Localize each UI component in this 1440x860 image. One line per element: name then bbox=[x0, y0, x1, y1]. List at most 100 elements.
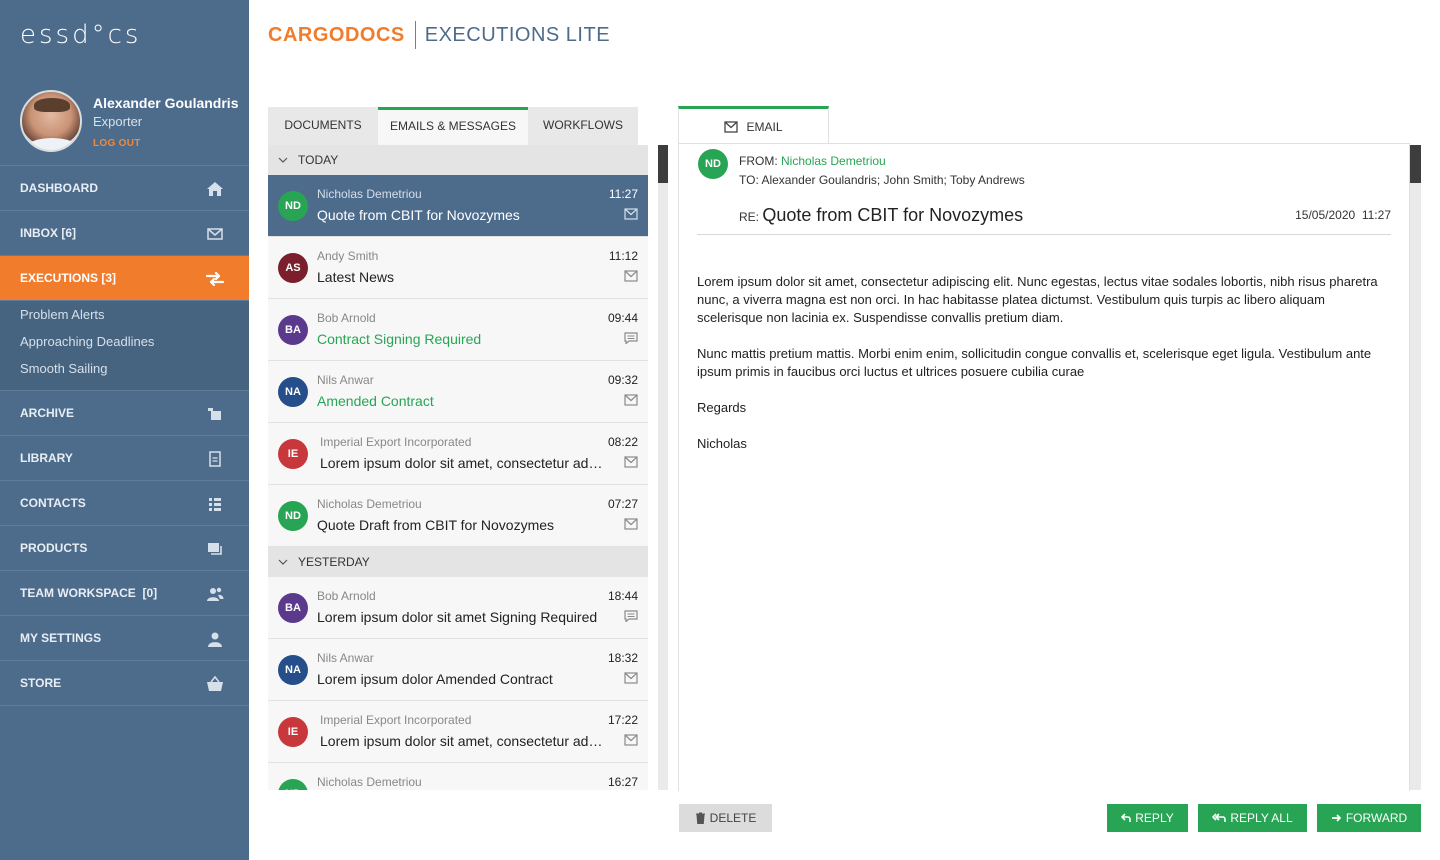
sender-avatar: ND bbox=[278, 501, 308, 531]
message-time: 17:22 bbox=[607, 713, 638, 727]
envelope-icon bbox=[624, 270, 638, 282]
nav-label: MY SETTINGS bbox=[20, 631, 102, 645]
list-scrollbar[interactable] bbox=[658, 145, 668, 790]
message-subject: Contract Signing Required bbox=[317, 331, 482, 347]
sender-avatar: ND bbox=[278, 779, 308, 790]
chevron-down-icon bbox=[278, 157, 288, 163]
email-to: TO: Alexander Goulandris; John Smith; To… bbox=[739, 173, 1025, 187]
reply-label: REPLY bbox=[1135, 811, 1174, 825]
message-subject: Lorem ipsum dolor sit amet, consectetur … bbox=[320, 733, 605, 749]
message-row[interactable]: NA Nils Anwar Amended Contract 09:32 bbox=[268, 361, 648, 423]
message-sender: Bob Arnold bbox=[317, 311, 376, 325]
avatar[interactable] bbox=[20, 90, 82, 152]
trash-icon bbox=[695, 812, 705, 824]
sender-avatar: ND bbox=[698, 149, 728, 179]
team-icon bbox=[207, 587, 224, 601]
message-row[interactable]: ND Nicholas Demetriou Quote Draft from CBI… bbox=[268, 485, 648, 547]
email-date: 15/05/2020 11:27 bbox=[1295, 208, 1391, 222]
tab-emails-messages[interactable]: EMAILS & MESSAGES bbox=[378, 107, 528, 145]
message-row[interactable]: AS Andy Smith Latest News 11:12 bbox=[268, 237, 648, 299]
envelope-icon bbox=[624, 518, 638, 530]
nav-label: EXECUTIONS [3] bbox=[20, 271, 117, 285]
tab-workflows[interactable]: WORKFLOWS bbox=[528, 107, 638, 145]
envelope-icon bbox=[624, 672, 638, 684]
message-row[interactable]: IE Imperial Export Incorporated Lorem ipsu… bbox=[268, 423, 648, 485]
message-list: TODAY ND Nicholas Demetriou Quote from CBI… bbox=[268, 145, 648, 790]
nav-item-products[interactable]: PRODUCTS bbox=[0, 526, 249, 571]
logout-link[interactable]: LOG OUT bbox=[93, 138, 141, 149]
message-sender: Imperial Export Incorporated bbox=[320, 713, 472, 727]
message-row[interactable]: BA Bob Arnold Contract Signing Required 09:… bbox=[268, 299, 648, 361]
nav-item-my-settings[interactable]: MY SETTINGS bbox=[0, 616, 249, 661]
executions-submenu: Problem Alerts Approaching Deadlines Smo… bbox=[0, 301, 249, 391]
nav-label: DASHBOARD bbox=[20, 181, 98, 195]
sender-avatar: IE bbox=[278, 439, 308, 469]
nav-item-library[interactable]: LIBRARY bbox=[0, 436, 249, 481]
from-label: FROM: bbox=[739, 154, 778, 168]
profile-name: Alexander Goulandris bbox=[93, 95, 239, 111]
forward-button[interactable]: FORWARD bbox=[1317, 804, 1421, 832]
nav-label: CONTACTS bbox=[20, 496, 86, 510]
message-sender: Nils Anwar bbox=[317, 651, 374, 665]
email-subject: Quote from CBIT for Novozymes bbox=[762, 205, 1024, 225]
email-body: Lorem ipsum dolor sit amet, consectetur … bbox=[697, 273, 1393, 471]
reply-button[interactable]: REPLY bbox=[1107, 804, 1188, 832]
chat-message-icon bbox=[624, 610, 638, 622]
group-header-yesterday[interactable]: YESTERDAY bbox=[268, 547, 648, 577]
reply-all-icon bbox=[1212, 813, 1227, 822]
envelope-icon bbox=[624, 208, 638, 220]
message-row[interactable]: NA Nils Anwar Lorem ipsum dolor Amended Co… bbox=[268, 639, 648, 701]
sender-avatar: NA bbox=[278, 655, 308, 685]
group-label: YESTERDAY bbox=[298, 555, 370, 569]
message-time: 16:27 bbox=[607, 775, 638, 789]
message-sender: Andy Smith bbox=[317, 249, 379, 263]
message-row[interactable]: ND Nicholas Demetriou 16:27 bbox=[268, 763, 648, 790]
email-subject-line: RE: Quote from CBIT for Novozymes bbox=[739, 205, 1023, 226]
message-subject: Lorem ipsum dolor sit amet Signing Requi… bbox=[317, 609, 598, 625]
email-scrollbar[interactable] bbox=[1410, 145, 1421, 790]
message-time: 11:27 bbox=[608, 187, 638, 201]
user-profile: Alexander Goulandris Exporter LOG OUT bbox=[0, 76, 249, 166]
user-icon bbox=[208, 632, 222, 647]
message-time: 09:32 bbox=[607, 373, 638, 387]
message-subject: Latest News bbox=[317, 269, 395, 285]
home-icon bbox=[207, 182, 223, 196]
nav-item-executions[interactable]: EXECUTIONS [3] bbox=[0, 256, 249, 301]
delete-label: DELETE bbox=[709, 811, 757, 825]
message-row[interactable]: ND Nicholas Demetriou Quote from CBIT for … bbox=[268, 175, 648, 237]
reply-all-label: REPLY ALL bbox=[1230, 811, 1293, 825]
scrollbar-thumb[interactable] bbox=[658, 145, 668, 183]
envelope-icon bbox=[624, 394, 638, 406]
brand-executions-lite: EXECUTIONS LITE bbox=[424, 23, 611, 46]
group-header-today[interactable]: TODAY bbox=[268, 145, 648, 175]
tab-documents[interactable]: DOCUMENTS bbox=[268, 107, 378, 145]
from-name[interactable]: Nicholas Demetriou bbox=[781, 154, 886, 168]
envelope-icon bbox=[624, 456, 638, 468]
nav-item-contacts[interactable]: CONTACTS bbox=[0, 481, 249, 526]
nav-item-team-workspace[interactable]: TEAM WORKSPACE [0] bbox=[0, 571, 249, 616]
message-time: 07:27 bbox=[607, 497, 638, 511]
submenu-smooth-sailing[interactable]: Smooth Sailing bbox=[0, 355, 249, 382]
delete-button[interactable]: DELETE bbox=[679, 804, 772, 832]
submenu-approaching-deadlines[interactable]: Approaching Deadlines bbox=[0, 328, 249, 355]
brand-cargodocs: CARGODOCS bbox=[268, 23, 405, 46]
message-row[interactable]: BA Bob Arnold Lorem ipsum dolor sit amet S… bbox=[268, 577, 648, 639]
nav-item-store[interactable]: STORE bbox=[0, 661, 249, 706]
submenu-problem-alerts[interactable]: Problem Alerts bbox=[0, 301, 249, 328]
nav-item-dashboard[interactable]: DASHBOARD bbox=[0, 166, 249, 211]
sidebar: essd°cs Alexander Goulandris Exporter LO… bbox=[0, 0, 249, 860]
nav-item-inbox[interactable]: INBOX [6] bbox=[0, 211, 249, 256]
message-subject: Amended Contract bbox=[317, 393, 434, 409]
envelope-icon bbox=[207, 228, 223, 240]
chat-message-icon bbox=[624, 332, 638, 344]
re-label: RE: bbox=[739, 210, 760, 224]
tab-email[interactable]: EMAIL bbox=[678, 106, 829, 144]
reply-all-button[interactable]: REPLY ALL bbox=[1198, 804, 1307, 832]
message-row[interactable]: IE Imperial Export Incorporated Lorem ipsu… bbox=[268, 701, 648, 763]
forward-label: FORWARD bbox=[1345, 811, 1408, 825]
essdocs-logo[interactable]: essd°cs bbox=[20, 20, 141, 50]
nav-label: TEAM WORKSPACE [0] bbox=[20, 586, 158, 600]
chevron-down-icon bbox=[278, 559, 288, 565]
scrollbar-thumb[interactable] bbox=[1410, 145, 1421, 183]
nav-item-archive[interactable]: ARCHIVE bbox=[0, 391, 249, 436]
